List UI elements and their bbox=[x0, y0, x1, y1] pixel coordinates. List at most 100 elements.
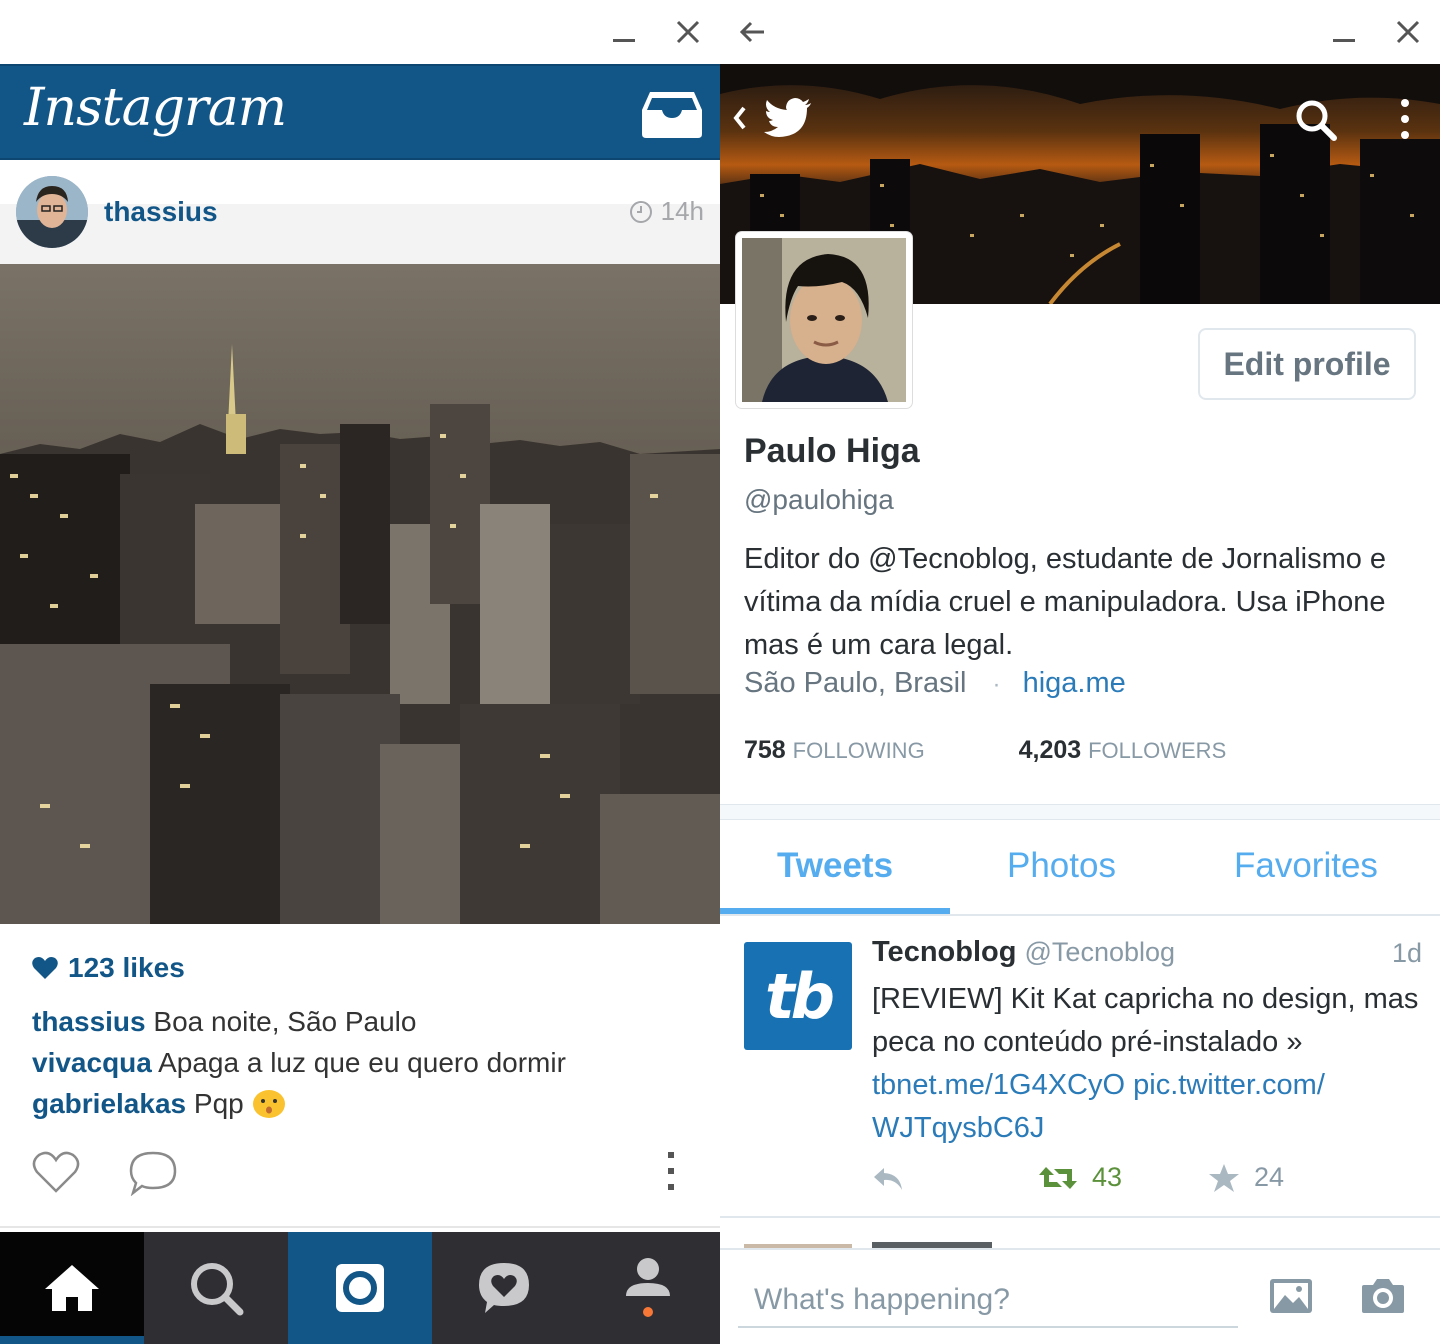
more-vertical-icon bbox=[668, 1152, 674, 1190]
retweet-button[interactable]: 43 bbox=[1038, 1162, 1122, 1193]
comment-user[interactable]: gabrielakas bbox=[32, 1088, 186, 1119]
tweet-pic-link[interactable]: pic.twitter.com/ bbox=[1133, 1069, 1325, 1101]
comment-user[interactable]: vivacqua bbox=[32, 1047, 152, 1078]
reply-button[interactable] bbox=[872, 1166, 904, 1199]
edit-profile-button[interactable]: Edit profile bbox=[1198, 328, 1416, 400]
like-button[interactable] bbox=[32, 1150, 80, 1199]
post-username[interactable]: thassius bbox=[104, 196, 218, 228]
close-button[interactable] bbox=[670, 14, 706, 50]
tweet-link[interactable]: tbnet.me/1G4XCyO bbox=[872, 1069, 1125, 1101]
retweet-count: 43 bbox=[1092, 1162, 1123, 1192]
nav-home-tab[interactable] bbox=[0, 1232, 144, 1344]
tweet-body: [REVIEW] Kit Kat capricha no design, mas… bbox=[872, 983, 1419, 1058]
twitter-window: Edit profile Paulo Higa @paulohiga Edito… bbox=[720, 0, 1440, 1344]
banner-back-button[interactable] bbox=[730, 100, 750, 141]
camera-icon bbox=[1362, 1279, 1404, 1313]
instagram-header: Instagram bbox=[0, 64, 720, 160]
avatar-image bbox=[742, 238, 906, 402]
comment: gabrielakas Pqp bbox=[32, 1088, 286, 1120]
minimize-icon bbox=[613, 39, 635, 42]
tab-tweets[interactable]: Tweets bbox=[777, 846, 893, 886]
compose-tweet-input[interactable]: What's happening? bbox=[738, 1278, 1238, 1328]
camera-icon bbox=[336, 1264, 384, 1312]
inbox-button[interactable] bbox=[640, 88, 704, 140]
user-avatar[interactable] bbox=[16, 176, 88, 248]
profile-website-link[interactable]: higa.me bbox=[1023, 667, 1126, 699]
activity-heart-icon bbox=[479, 1263, 529, 1313]
compose-bar: What's happening? bbox=[720, 1248, 1440, 1344]
tweet-author-name[interactable]: Tecnoblog bbox=[872, 936, 1016, 968]
minimize-button[interactable] bbox=[606, 14, 642, 50]
emoji-icon bbox=[252, 1090, 285, 1118]
minimize-icon bbox=[1333, 39, 1355, 42]
post-header: thassius 14h bbox=[0, 160, 720, 264]
following-label: FOLLOWING bbox=[792, 738, 925, 763]
more-options-button[interactable] bbox=[664, 1150, 678, 1199]
reply-icon bbox=[874, 1168, 902, 1190]
comment-user[interactable]: thassius bbox=[32, 1006, 146, 1037]
retweet-icon bbox=[1039, 1166, 1077, 1189]
next-tweet-peek bbox=[720, 1218, 1440, 1248]
tweet-pic-link-cont[interactable]: WJTqysbC6J bbox=[872, 1112, 1044, 1144]
image-icon bbox=[1270, 1279, 1312, 1313]
avatar-image bbox=[16, 176, 88, 248]
likes-count[interactable]: 123 likes bbox=[32, 952, 185, 984]
post-timestamp: 14h bbox=[629, 196, 704, 227]
profile-location: São Paulo, Brasil bbox=[744, 667, 967, 699]
instagram-window: Instagram thassius 14h 123 likes thassiu… bbox=[0, 0, 720, 1344]
profile-location-row: São Paulo, Brasil · higa.me bbox=[744, 667, 1126, 700]
post-time-text: 14h bbox=[660, 196, 704, 226]
profile-name: Paulo Higa bbox=[744, 432, 920, 470]
twitter-bird-icon bbox=[764, 98, 811, 137]
tecnoblog-logo: tb bbox=[764, 959, 835, 1033]
add-photo-button[interactable] bbox=[1268, 1276, 1314, 1321]
instagram-titlebar bbox=[0, 0, 720, 64]
tweet-header: Tecnoblog @Tecnoblog bbox=[872, 936, 1175, 969]
tweet-actions: 43 24 bbox=[872, 1162, 1412, 1198]
post-actions bbox=[0, 1146, 720, 1202]
profile-avatar[interactable] bbox=[736, 232, 912, 408]
nav-profile-tab[interactable] bbox=[576, 1232, 720, 1344]
profile-icon bbox=[626, 1258, 670, 1317]
nav-camera-tab[interactable] bbox=[288, 1232, 432, 1344]
close-icon bbox=[676, 20, 700, 44]
favorite-button[interactable]: 24 bbox=[1208, 1162, 1284, 1193]
favorite-count: 24 bbox=[1254, 1162, 1285, 1192]
nav-search-tab[interactable] bbox=[144, 1232, 288, 1344]
comment-text: Boa noite, São Paulo bbox=[153, 1006, 417, 1037]
comment-button[interactable] bbox=[128, 1150, 178, 1201]
more-vertical-icon bbox=[1401, 99, 1409, 139]
home-icon bbox=[45, 1265, 99, 1311]
followers-stat[interactable]: 4,203 FOLLOWERS bbox=[1019, 736, 1227, 764]
tweet-text: [REVIEW] Kit Kat capricha no design, mas… bbox=[872, 978, 1427, 1150]
tweet-author-handle: @Tecnoblog bbox=[1024, 937, 1176, 967]
star-icon bbox=[1209, 1163, 1239, 1192]
heart-outline-icon bbox=[32, 1151, 80, 1193]
notification-dot bbox=[643, 1307, 653, 1317]
search-button[interactable] bbox=[1294, 98, 1338, 147]
tweet-time: 1d bbox=[1391, 938, 1422, 968]
back-button[interactable] bbox=[734, 14, 770, 50]
minimize-button[interactable] bbox=[1326, 14, 1362, 50]
heart-filled-icon bbox=[32, 957, 58, 979]
tab-favorites[interactable]: Favorites bbox=[1234, 846, 1378, 886]
post-photo[interactable] bbox=[0, 264, 720, 924]
following-stat[interactable]: 758 FOLLOWING bbox=[744, 736, 925, 764]
tweet-avatar[interactable]: tb bbox=[744, 942, 852, 1050]
twitter-logo bbox=[764, 98, 812, 143]
profile-tabs: Tweets Photos Favorites bbox=[720, 820, 1440, 916]
comment-text: Apaga a luz que eu quero dormir bbox=[158, 1047, 566, 1078]
comment: vivacqua Apaga a luz que eu quero dormir bbox=[32, 1047, 566, 1079]
separator-dot: · bbox=[992, 671, 1001, 698]
close-icon bbox=[1396, 20, 1420, 44]
back-arrow-icon bbox=[739, 21, 764, 43]
nav-activity-tab[interactable] bbox=[432, 1232, 576, 1344]
divider bbox=[0, 1226, 720, 1228]
comment-text: Pqp bbox=[193, 1088, 244, 1119]
comment: thassius Boa noite, São Paulo bbox=[32, 1006, 416, 1038]
tweet-item[interactable]: tb Tecnoblog @Tecnoblog 1d [REVIEW] Kit … bbox=[720, 918, 1440, 1218]
close-button[interactable] bbox=[1390, 14, 1426, 50]
tab-photos[interactable]: Photos bbox=[1007, 846, 1116, 886]
camera-button[interactable] bbox=[1360, 1276, 1406, 1321]
overflow-menu-button[interactable] bbox=[1398, 98, 1412, 147]
